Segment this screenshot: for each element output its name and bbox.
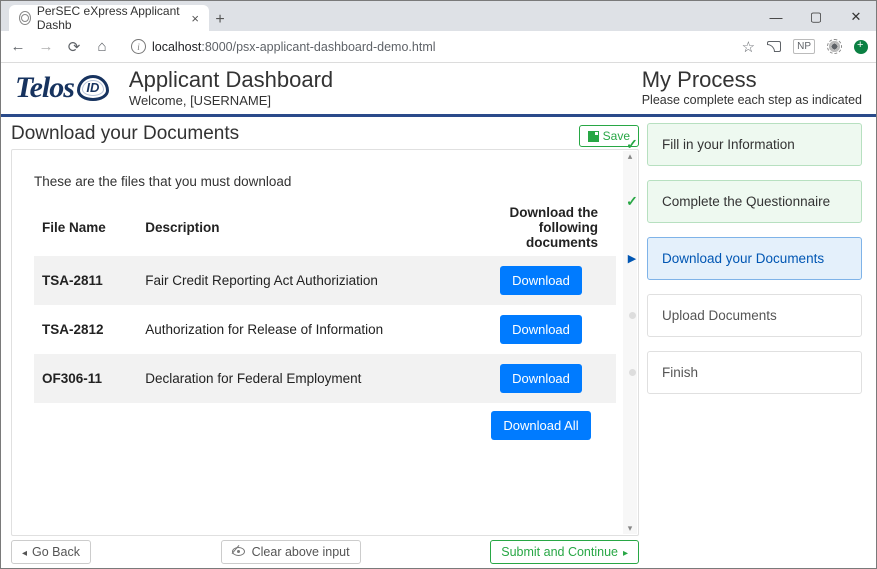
cell-description: Declaration for Federal Employment <box>137 354 466 403</box>
nav-forward-icon: → <box>37 38 55 55</box>
col-download: Download the following documents <box>466 199 616 256</box>
table-row: TSA-2811 Fair Credit Reporting Act Autho… <box>34 256 616 305</box>
chevron-right-icon <box>623 545 628 559</box>
cast-icon[interactable] <box>767 41 781 52</box>
app-logo: Telos ID <box>15 67 109 108</box>
logo-text: Telos <box>15 71 74 105</box>
section-title: Download your Documents <box>11 123 579 145</box>
step-questionnaire[interactable]: ✓ Complete the Questionnaire <box>647 180 862 223</box>
save-icon <box>588 131 599 142</box>
documents-table: File Name Description Download the follo… <box>34 199 616 450</box>
new-tab-button[interactable]: + <box>209 9 231 31</box>
close-window-button[interactable]: ✕ <box>836 3 876 31</box>
welcome-text: Welcome, [USERNAME] <box>129 93 333 108</box>
table-row: TSA-2812 Authorization for Release of In… <box>34 305 616 354</box>
favicon-icon <box>19 11 31 25</box>
check-icon: ✓ <box>624 136 640 153</box>
step-label: Finish <box>662 365 698 380</box>
cell-filename: TSA-2812 <box>34 305 137 354</box>
minimize-button[interactable]: — <box>756 3 796 31</box>
download-all-row: Download All <box>34 403 616 450</box>
profile-badge[interactable]: NP <box>793 39 815 54</box>
maximize-button[interactable]: ▢ <box>796 3 836 31</box>
close-tab-icon[interactable]: × <box>191 11 199 26</box>
col-filename: File Name <box>34 199 137 256</box>
process-steps: ✓ Fill in your Information ✓ Complete th… <box>647 123 862 568</box>
step-upload-docs[interactable]: Upload Documents <box>647 294 862 337</box>
cell-description: Authorization for Release of Information <box>137 305 466 354</box>
cell-filename: OF306-11 <box>34 354 137 403</box>
step-fill-info[interactable]: ✓ Fill in your Information <box>647 123 862 166</box>
submit-continue-button[interactable]: Submit and Continue <box>490 540 639 564</box>
step-finish[interactable]: Finish <box>647 351 862 394</box>
table-row: OF306-11 Declaration for Federal Employm… <box>34 354 616 403</box>
cell-filename: TSA-2811 <box>34 256 137 305</box>
step-label: Complete the Questionnaire <box>662 194 830 209</box>
process-heading: My Process <box>642 67 862 93</box>
nav-reload-icon[interactable]: ⟳ <box>65 38 83 56</box>
browser-tab[interactable]: PerSEC eXpress Applicant Dashb × <box>9 5 209 31</box>
url-port: :8000 <box>201 40 232 54</box>
tab-title: PerSEC eXpress Applicant Dashb <box>37 4 186 32</box>
process-subtext: Please complete each step as indicated <box>642 93 862 107</box>
clear-icon <box>232 545 247 559</box>
pending-dot-icon <box>624 369 640 376</box>
download-button[interactable]: Download <box>500 266 582 295</box>
panel-footer: Go Back Clear above input Submit and Con… <box>11 536 639 568</box>
logo-badge: ID <box>77 75 109 101</box>
cell-description: Fair Credit Reporting Act Authoriziation <box>137 256 466 305</box>
documents-panel: These are the files that you must downlo… <box>11 149 639 536</box>
check-icon: ✓ <box>624 193 640 210</box>
step-label: Fill in your Information <box>662 137 795 152</box>
step-download-docs[interactable]: ▶ Download your Documents <box>647 237 862 280</box>
bookmark-icon[interactable]: ☆ <box>742 38 755 56</box>
step-label: Upload Documents <box>662 308 777 323</box>
site-info-icon[interactable]: i <box>131 39 146 54</box>
clear-input-button[interactable]: Clear above input <box>221 540 361 564</box>
nav-back-icon[interactable]: ← <box>9 38 27 55</box>
active-arrow-icon: ▶ <box>624 252 640 265</box>
extension-add-icon[interactable] <box>854 40 868 54</box>
chevron-left-icon <box>22 545 27 559</box>
browser-toolbar: ← → ⟳ ⌂ i localhost:8000/psx-applicant-d… <box>1 31 876 63</box>
url-path: /psx-applicant-dashboard-demo.html <box>233 40 436 54</box>
download-button[interactable]: Download <box>500 364 582 393</box>
panel-intro: These are the files that you must downlo… <box>34 174 616 189</box>
browser-titlebar: PerSEC eXpress Applicant Dashb × + — ▢ ✕ <box>1 1 876 31</box>
address-bar[interactable]: i localhost:8000/psx-applicant-dashboard… <box>121 39 732 54</box>
nav-home-icon[interactable]: ⌂ <box>93 38 111 55</box>
url-host: localhost <box>152 40 201 54</box>
go-back-button[interactable]: Go Back <box>11 540 91 564</box>
col-description: Description <box>137 199 466 256</box>
download-all-button[interactable]: Download All <box>491 411 590 440</box>
download-button[interactable]: Download <box>500 315 582 344</box>
extension-icon[interactable] <box>827 39 842 54</box>
page-heading: Applicant Dashboard <box>129 67 333 93</box>
step-label: Download your Documents <box>662 251 824 266</box>
pending-dot-icon <box>624 312 640 319</box>
app-header: Telos ID Applicant Dashboard Welcome, [U… <box>1 63 876 117</box>
